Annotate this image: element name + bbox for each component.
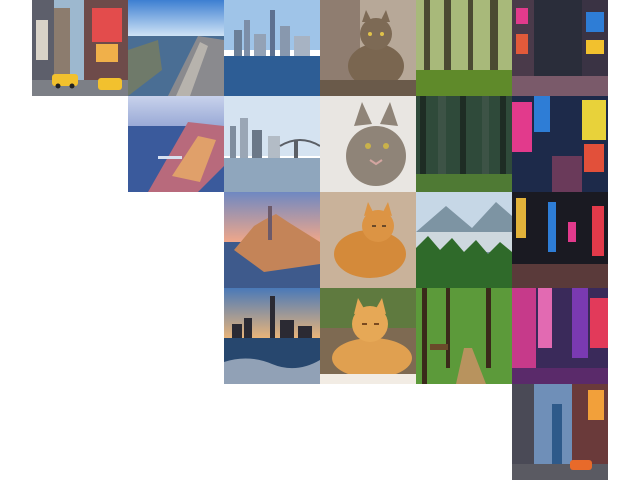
- forest-path-image: [416, 288, 512, 384]
- times-square-night-image-2: [512, 96, 608, 192]
- times-square-night-image-3: [512, 192, 608, 288]
- times-square-street-photo[interactable]: [32, 0, 128, 96]
- tabby-cat-image-1: [320, 0, 416, 96]
- forest-path-photo[interactable]: [416, 288, 512, 384]
- forest-photo-2[interactable]: [416, 96, 512, 192]
- times-square-night-image-1: [512, 0, 608, 96]
- times-square-night-photo-1[interactable]: [512, 0, 608, 96]
- times-square-night-photo-2[interactable]: [512, 96, 608, 192]
- orange-cat-photo-1[interactable]: [320, 192, 416, 288]
- tabby-cat-image-2: [320, 96, 416, 192]
- skyline-waterfront-photo-1[interactable]: [224, 0, 320, 96]
- orange-cat-image-1: [320, 192, 416, 288]
- orange-cat-photo-2[interactable]: [320, 288, 416, 384]
- forest-photo-1[interactable]: [416, 0, 512, 96]
- forest-image-2: [416, 96, 512, 192]
- skyline-dusk-water-photo[interactable]: [224, 288, 320, 384]
- times-square-night-image-4: [512, 288, 608, 384]
- manhattan-aerial-photo[interactable]: [128, 0, 224, 96]
- misty-forest-valley-image: [416, 192, 512, 288]
- manhattan-aerial-dusk-photo[interactable]: [128, 96, 224, 192]
- skyline-sunset-image: [224, 192, 320, 288]
- skyline-sunset-photo[interactable]: [224, 192, 320, 288]
- times-square-street-dusk-photo[interactable]: [512, 384, 608, 480]
- times-square-night-photo-4[interactable]: [512, 288, 608, 384]
- times-square-street-dusk-image: [512, 384, 608, 480]
- forest-image-1: [416, 0, 512, 96]
- skyline-waterfront-image-1: [224, 0, 320, 96]
- misty-forest-valley-photo[interactable]: [416, 192, 512, 288]
- skyline-dusk-water-image: [224, 288, 320, 384]
- times-square-night-photo-3[interactable]: [512, 192, 608, 288]
- tabby-cat-photo-1[interactable]: [320, 0, 416, 96]
- manhattan-aerial-dusk-image: [128, 96, 224, 192]
- manhattan-aerial-image: [128, 0, 224, 96]
- skyline-bridge-image: [224, 96, 320, 192]
- orange-cat-image-2: [320, 288, 416, 384]
- skyline-bridge-photo[interactable]: [224, 96, 320, 192]
- tabby-cat-photo-2[interactable]: [320, 96, 416, 192]
- times-square-street-image: [32, 0, 128, 96]
